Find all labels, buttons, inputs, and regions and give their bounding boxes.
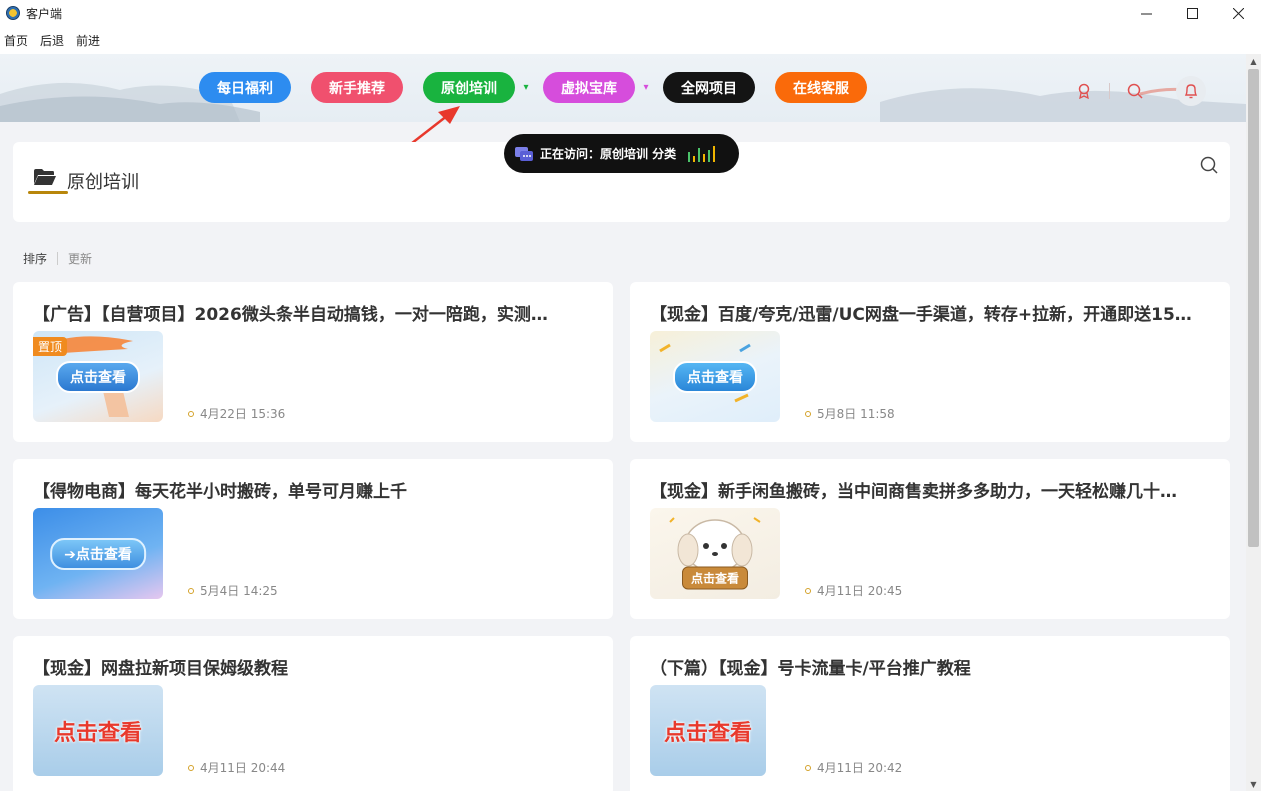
post-title[interactable]: 【得物电商】每天花半小时搬砖，单号可月赚上千 [33, 477, 593, 502]
toast-text: 正在访问：原创培训 分类 [540, 147, 677, 161]
post-time-text: 4月22日 15:36 [200, 407, 286, 421]
close-icon [1232, 7, 1244, 19]
post-time: 4月22日 15:36 [188, 405, 285, 422]
menu-home[interactable]: 首页 [4, 32, 28, 49]
vertical-scrollbar[interactable]: ▲ ▼ [1246, 54, 1261, 791]
post-time-text: 4月11日 20:42 [817, 761, 903, 775]
window-controls [1123, 0, 1261, 26]
post-title[interactable]: 【现金】网盘拉新项目保姆级教程 [33, 654, 593, 679]
post-thumbnail[interactable]: 点击查看 [33, 685, 163, 776]
search-icon[interactable] [1200, 156, 1218, 174]
nav-daily-welfare[interactable]: 每日福利 [199, 72, 291, 103]
post-time-text: 5月4日 14:25 [200, 584, 278, 598]
time-dot-icon [805, 587, 811, 594]
thumb-cta: 点击查看 [673, 360, 757, 393]
post-thumbnail[interactable]: 点击查看 [650, 508, 780, 599]
post-thumbnail[interactable]: ➔点击查看 [33, 508, 163, 599]
thumb-cta: 点击查看 [56, 360, 140, 393]
divider [1109, 83, 1110, 99]
post-title[interactable]: 【广告】【自营项目】2026微头条半自动搞钱，一对一陪跑，实测… [33, 300, 593, 325]
chat-icon [515, 146, 533, 161]
post-thumbnail[interactable]: 点击查看 置顶 [33, 331, 163, 422]
maximize-button[interactable] [1169, 0, 1215, 26]
bell-icon [1184, 84, 1198, 99]
chevron-down-icon[interactable]: ▾ [635, 82, 657, 93]
visiting-toast: 正在访问：原创培训 分类 [504, 134, 739, 173]
post-time: 4月11日 20:42 [805, 759, 902, 776]
pinned-badge: 置顶 [33, 337, 68, 356]
window-title: 客户端 [26, 6, 63, 21]
post-time: 5月8日 11:58 [805, 405, 895, 422]
minimize-icon [1140, 13, 1152, 14]
header-actions [1071, 76, 1206, 106]
nav-all-projects[interactable]: 全网项目 [663, 72, 755, 103]
nav-online-service[interactable]: 在线客服 [775, 72, 867, 103]
close-button[interactable] [1215, 0, 1261, 26]
search-icon [1127, 83, 1143, 99]
maximize-icon [1186, 7, 1198, 19]
post-time-text: 4月11日 20:44 [200, 761, 286, 775]
time-dot-icon [805, 764, 811, 771]
post-card[interactable]: 【得物电商】每天花半小时搬砖，单号可月赚上千 ➔点击查看 5月4日 14:25 [13, 459, 613, 619]
post-thumbnail[interactable]: 点击查看 [650, 331, 780, 422]
post-time: 4月11日 20:44 [188, 759, 285, 776]
update-button[interactable]: 更新 [68, 250, 92, 267]
time-dot-icon [805, 410, 811, 417]
folder-open-icon [34, 169, 56, 185]
post-title[interactable]: 【现金】新手闲鱼搬砖，当中间商售卖拼多多助力，一天轻松赚几十… [650, 477, 1210, 502]
post-title[interactable]: （下篇）【现金】号卡流量卡/平台推广教程 [650, 654, 1210, 679]
post-card[interactable]: 【广告】【自营项目】2026微头条半自动搞钱，一对一陪跑，实测… 点击查看 置顶… [13, 282, 613, 442]
post-card[interactable]: 【现金】新手闲鱼搬砖，当中间商售卖拼多多助力，一天轻松赚几十… 点击查看 4月1… [630, 459, 1230, 619]
category-underline [28, 191, 68, 194]
minimize-button[interactable] [1123, 0, 1169, 26]
scroll-down-arrow-icon[interactable]: ▼ [1246, 777, 1261, 791]
award-icon [1078, 83, 1090, 99]
main-nav: 每日福利 新手推荐 原创培训 ▾ 虚拟宝库 ▾ 全网项目 在线客服 [199, 72, 867, 103]
time-dot-icon [188, 410, 194, 417]
nav-virtual-vault[interactable]: 虚拟宝库 [543, 72, 635, 103]
thumb-cta: 点击查看 [53, 720, 143, 746]
post-card[interactable]: （下篇）【现金】号卡流量卡/平台推广教程 点击查看 4月11日 20:42 [630, 636, 1230, 791]
category-title: 原创培训 [67, 172, 139, 193]
post-time-text: 5月8日 11:58 [817, 407, 895, 421]
search-button[interactable] [1122, 78, 1148, 104]
app-logo-icon [6, 6, 20, 20]
sort-bar: 排序 更新 [23, 250, 92, 267]
title-bar: 客户端 [0, 0, 1261, 26]
menu-bar: 首页 后退 前进 [0, 26, 1261, 54]
thumb-cta: 点击查看 [681, 566, 749, 590]
scroll-up-arrow-icon[interactable]: ▲ [1246, 54, 1261, 68]
chevron-down-icon[interactable]: ▾ [515, 82, 537, 93]
sort-button[interactable]: 排序 [23, 250, 47, 267]
thumb-cta: 点击查看 [663, 720, 753, 746]
post-card[interactable]: 【现金】百度/夸克/迅雷/UC网盘一手渠道，转存+拉新，开通即送15… 点击查看… [630, 282, 1230, 442]
notification-button[interactable] [1176, 76, 1206, 106]
post-time-text: 4月11日 20:45 [817, 584, 903, 598]
divider [57, 252, 59, 265]
nav-original-training[interactable]: 原创培训 [423, 72, 515, 103]
scroll-thumb[interactable] [1248, 69, 1259, 547]
time-dot-icon [188, 587, 194, 594]
menu-forward[interactable]: 前进 [76, 32, 100, 49]
post-time: 5月4日 14:25 [188, 582, 278, 599]
time-dot-icon [188, 764, 194, 771]
nav-beginner-picks[interactable]: 新手推荐 [311, 72, 403, 103]
badge-button[interactable] [1071, 78, 1097, 104]
post-thumbnail[interactable]: 点击查看 [650, 685, 766, 776]
post-title[interactable]: 【现金】百度/夸克/迅雷/UC网盘一手渠道，转存+拉新，开通即送15… [650, 300, 1210, 325]
post-card[interactable]: 【现金】网盘拉新项目保姆级教程 点击查看 4月11日 20:44 [13, 636, 613, 791]
thumb-cta: ➔点击查看 [50, 537, 146, 570]
header: 每日福利 新手推荐 原创培训 ▾ 虚拟宝库 ▾ 全网项目 在线客服 [0, 54, 1246, 122]
post-time: 4月11日 20:45 [805, 582, 902, 599]
menu-back[interactable]: 后退 [40, 32, 64, 49]
equalizer-icon [688, 145, 716, 162]
